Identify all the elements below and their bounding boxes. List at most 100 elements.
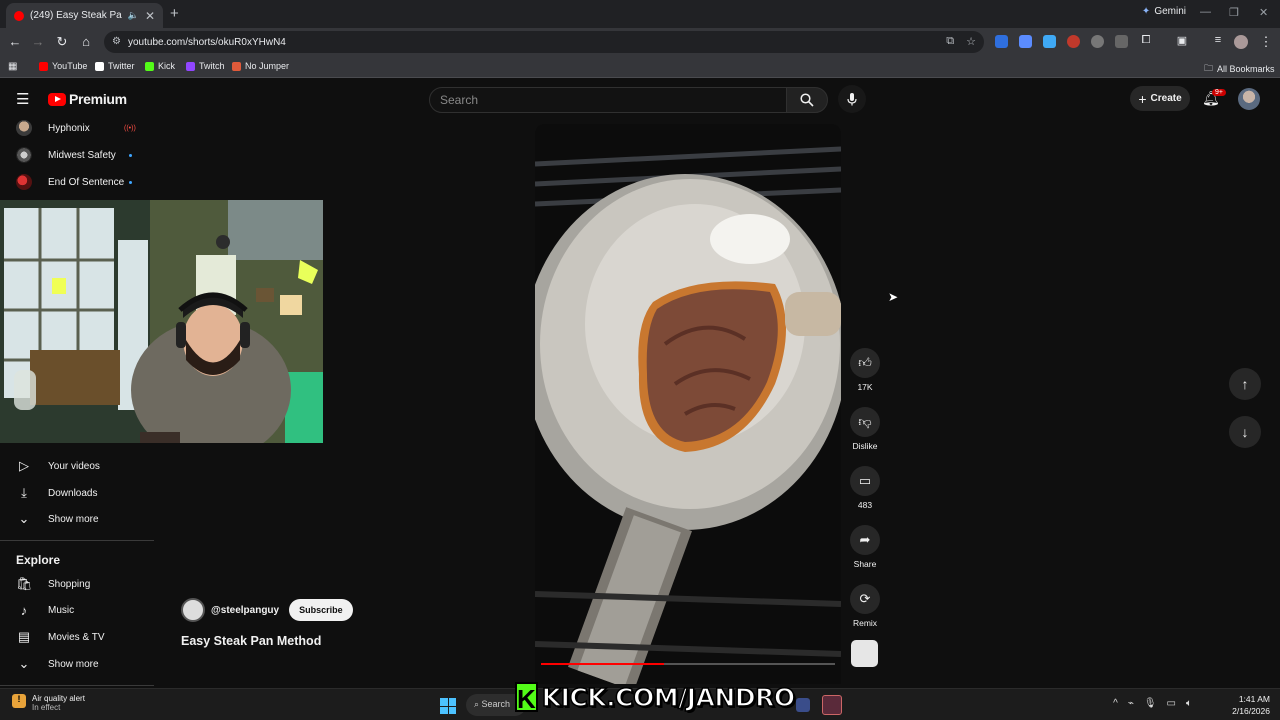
sidebar-item-downloads[interactable]: ⤓ Downloads xyxy=(16,485,97,501)
bookmark-twitter[interactable]: Twitter xyxy=(95,61,135,71)
gemini-button[interactable]: ✦ Gemini xyxy=(1142,6,1186,17)
extension-icon[interactable] xyxy=(995,35,1008,48)
bookmark-kick[interactable]: Kick xyxy=(145,61,175,71)
sidebar-item-show-more[interactable]: ⌄ Show more xyxy=(16,511,99,527)
next-short-button[interactable]: ↓ xyxy=(1229,416,1261,448)
bookmark-label: Twitch xyxy=(199,61,225,71)
channel-handle[interactable]: @steelpanguy xyxy=(211,605,279,616)
gemini-spark-icon: ✦ xyxy=(1141,6,1151,17)
new-content-dot xyxy=(129,154,132,157)
sidebar-item-shopping[interactable]: 🛍︎ Shopping xyxy=(16,576,90,592)
taskbar-clock[interactable]: 1:41 AM 2/16/2026 xyxy=(1232,693,1270,717)
search-button[interactable] xyxy=(786,87,828,113)
bookmark-no-jumper[interactable]: No Jumper xyxy=(232,61,289,71)
media-icon[interactable]: ≡ xyxy=(1210,34,1226,46)
clock-date: 2/16/2026 xyxy=(1232,706,1270,716)
kick-url-text: KICK.COM/JANDRO xyxy=(541,682,796,713)
voice-search-button[interactable] xyxy=(838,85,866,113)
comments-button[interactable]: ▭ 483 xyxy=(849,466,881,510)
sidebar-item-music[interactable]: ♪ Music xyxy=(16,603,74,618)
bookmark-star-icon[interactable]: ☆ xyxy=(966,35,976,48)
remix-label: Remix xyxy=(852,618,878,628)
system-tray: ^ ⌁ 🎙︎ ▭ 🔈︎ xyxy=(1113,698,1192,709)
bookmark-youtube[interactable]: YouTube xyxy=(39,61,87,71)
dislike-button[interactable]: 👎︎ Dislike xyxy=(849,407,881,451)
video-progress-bar[interactable] xyxy=(541,663,835,665)
shorts-video-player[interactable] xyxy=(535,124,841,684)
sidebar-label: Show more xyxy=(48,658,99,670)
extension-icon[interactable] xyxy=(1019,35,1032,48)
like-button[interactable]: 👍︎ 17K xyxy=(849,348,881,392)
sidebar-label: Shopping xyxy=(48,578,91,590)
install-icon[interactable]: ⧉ xyxy=(946,35,954,48)
extension-icon[interactable] xyxy=(1091,35,1104,48)
subscription-item-hyphonix[interactable]: Hyphonix xyxy=(16,120,90,136)
app-icon[interactable] xyxy=(796,698,810,712)
search-input[interactable]: Search xyxy=(429,87,787,113)
sidebar-item-your-videos[interactable]: ▷ Your videos xyxy=(16,458,100,474)
weather-widget[interactable]: ! Air quality alert In effect xyxy=(12,694,85,712)
apps-grid-icon[interactable]: ▦ xyxy=(8,61,17,72)
youtube-premium-logo[interactable]: Premium xyxy=(48,91,127,107)
extension-icon[interactable] xyxy=(1115,35,1128,48)
tray-chevron-icon[interactable]: ^ xyxy=(1113,698,1118,709)
hamburger-menu-icon[interactable]: ☰ xyxy=(16,90,29,108)
browser-tab[interactable]: (249) Easy Steak Pan Meth... 🔈 ✕ xyxy=(6,3,163,28)
account-avatar[interactable] xyxy=(1238,88,1260,110)
extensions-puzzle-icon[interactable]: ⧠ xyxy=(1138,34,1154,47)
tab-title: (249) Easy Steak Pan Meth... xyxy=(30,10,122,21)
sidebar-label: Downloads xyxy=(48,487,98,499)
youtube-icon xyxy=(39,61,48,71)
sound-thumbnail[interactable] xyxy=(851,640,878,667)
mic-tray-icon[interactable]: 🎙︎ xyxy=(1144,698,1157,709)
site-info-icon[interactable]: ⚙ xyxy=(112,36,121,47)
subscription-item-end-of-sentence[interactable]: End Of Sentence xyxy=(16,174,124,190)
share-button[interactable]: ➦ Share xyxy=(849,525,881,569)
comment-icon: ▭ xyxy=(850,466,880,496)
restore-icon[interactable]: ❐ xyxy=(1229,6,1239,19)
bookmark-label: No Jumper xyxy=(245,61,290,71)
speaker-icon[interactable]: 🔈 xyxy=(128,10,139,21)
all-bookmarks[interactable]: 🗀 All Bookmarks xyxy=(1204,61,1275,77)
live-indicator-icon: ((•)) xyxy=(124,125,136,132)
subscription-item-midwest-safety[interactable]: Midwest Safety xyxy=(16,147,116,163)
browser-tab-bar: (249) Easy Steak Pan Meth... 🔈 ✕ + ✦ Gem… xyxy=(0,0,1280,28)
share-label: Share xyxy=(853,559,877,569)
no-jumper-icon xyxy=(232,61,241,71)
tab-close-icon[interactable]: ✕ xyxy=(145,9,155,23)
bookmark-twitch[interactable]: Twitch xyxy=(186,61,225,71)
app-icon[interactable] xyxy=(822,695,842,715)
volume-icon[interactable]: 🔈︎ xyxy=(1186,698,1192,709)
play-square-icon: ▷ xyxy=(19,458,29,473)
window-close-icon[interactable]: ✕ xyxy=(1259,6,1268,19)
notification-badge: 9+ xyxy=(1212,89,1226,96)
subscribe-button[interactable]: Subscribe xyxy=(289,599,353,621)
like-count: 17K xyxy=(857,382,873,392)
remix-button[interactable]: ⟳ Remix xyxy=(849,584,881,628)
windows-start-icon[interactable] xyxy=(440,698,456,714)
reload-icon[interactable]: ↻ xyxy=(54,34,70,50)
extension-icon[interactable] xyxy=(1043,35,1056,48)
profile-avatar[interactable] xyxy=(1234,35,1248,49)
create-button[interactable]: + Create xyxy=(1130,86,1190,111)
extension-icon[interactable] xyxy=(1067,35,1080,48)
kebab-menu-icon[interactable]: ⋮ xyxy=(1258,34,1274,50)
back-icon[interactable]: ← xyxy=(7,34,23,49)
sidebar-item-show-more-explore[interactable]: ⌄ Show more xyxy=(16,656,99,672)
channel-avatar xyxy=(16,147,32,163)
kick-icon xyxy=(145,61,154,71)
sidepanel-icon[interactable]: ▣ xyxy=(1174,34,1190,47)
url-bar[interactable]: ⚙ youtube.com/shorts/okuR0xYHwN4 ⧉ ☆ xyxy=(104,31,984,53)
display-icon[interactable]: ▭ xyxy=(1167,698,1176,709)
sidebar-item-movies-tv[interactable]: ▤ Movies & TV xyxy=(16,629,105,645)
download-icon: ⤓ xyxy=(21,485,27,500)
channel-avatar[interactable] xyxy=(181,598,205,622)
minimize-icon[interactable]: — xyxy=(1200,6,1211,18)
previous-short-button[interactable]: ↑ xyxy=(1229,368,1261,400)
dislike-label: Dislike xyxy=(852,441,878,451)
network-icon[interactable]: ⌁ xyxy=(1128,698,1134,709)
home-icon[interactable]: ⌂ xyxy=(78,34,94,49)
forward-icon[interactable]: → xyxy=(30,34,46,49)
subscription-label: Hyphonix xyxy=(48,122,90,134)
new-tab-button[interactable]: + xyxy=(170,5,179,22)
